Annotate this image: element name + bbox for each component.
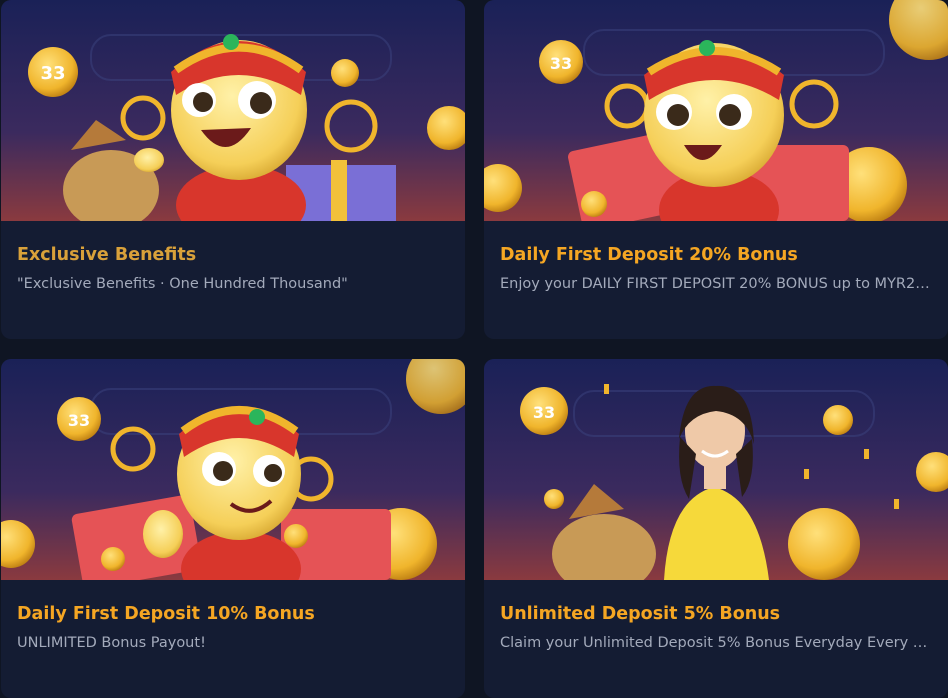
coin-label: 33 xyxy=(533,403,555,422)
coin-label: 33 xyxy=(68,411,90,430)
promo-banner: 33 xyxy=(1,0,465,221)
promo-banner: 33 xyxy=(1,359,465,580)
promo-title: Exclusive Benefits xyxy=(17,245,197,265)
mascot-banner-image: 33 xyxy=(484,0,948,221)
promo-description: "Exclusive Benefits · One Hundred Thousa… xyxy=(17,276,348,292)
promo-card-unlimited-deposit-5[interactable]: 33 Unlimited Deposit 5% Bonus Claim your… xyxy=(484,359,948,698)
coin-label: 33 xyxy=(40,63,65,84)
promo-title: Unlimited Deposit 5% Bonus xyxy=(500,604,781,624)
promo-card-body: Daily First Deposit 10% Bonus UNLIMITED … xyxy=(1,603,465,652)
promo-card-body: Unlimited Deposit 5% Bonus Claim your Un… xyxy=(484,603,948,652)
promo-description: Claim your Unlimited Deposit 5% Bonus Ev… xyxy=(500,635,932,651)
mascot-banner-image: 33 xyxy=(1,0,465,221)
promo-title: Daily First Deposit 10% Bonus xyxy=(17,604,315,624)
promo-description: UNLIMITED Bonus Payout! xyxy=(17,635,206,651)
promo-card-exclusive-benefits[interactable]: 33 Exclusive Benefits "Exclusive Benefit… xyxy=(1,0,465,339)
mascot-banner-image: 33 xyxy=(1,359,465,580)
promo-banner: 33 xyxy=(484,0,948,221)
promo-description: Enjoy your DAILY FIRST DEPOSIT 20% BONUS… xyxy=(500,276,932,292)
promotions-grid: 33 Exclusive Benefits "Exclusive Benefit… xyxy=(0,0,948,698)
promo-card-body: Daily First Deposit 20% Bonus Enjoy your… xyxy=(484,244,948,293)
promo-card-daily-first-deposit-10[interactable]: 33 Daily First Deposit 10% Bonus UNLIMIT… xyxy=(1,359,465,698)
coin-label: 33 xyxy=(550,54,572,73)
promo-card-daily-first-deposit-20[interactable]: 33 Daily First Deposit 20% Bonus Enjoy y… xyxy=(484,0,948,339)
promo-card-body: Exclusive Benefits "Exclusive Benefits ·… xyxy=(1,244,465,293)
model-banner-image: 33 xyxy=(484,359,948,580)
promo-banner: 33 xyxy=(484,359,948,580)
promo-title: Daily First Deposit 20% Bonus xyxy=(500,245,798,265)
